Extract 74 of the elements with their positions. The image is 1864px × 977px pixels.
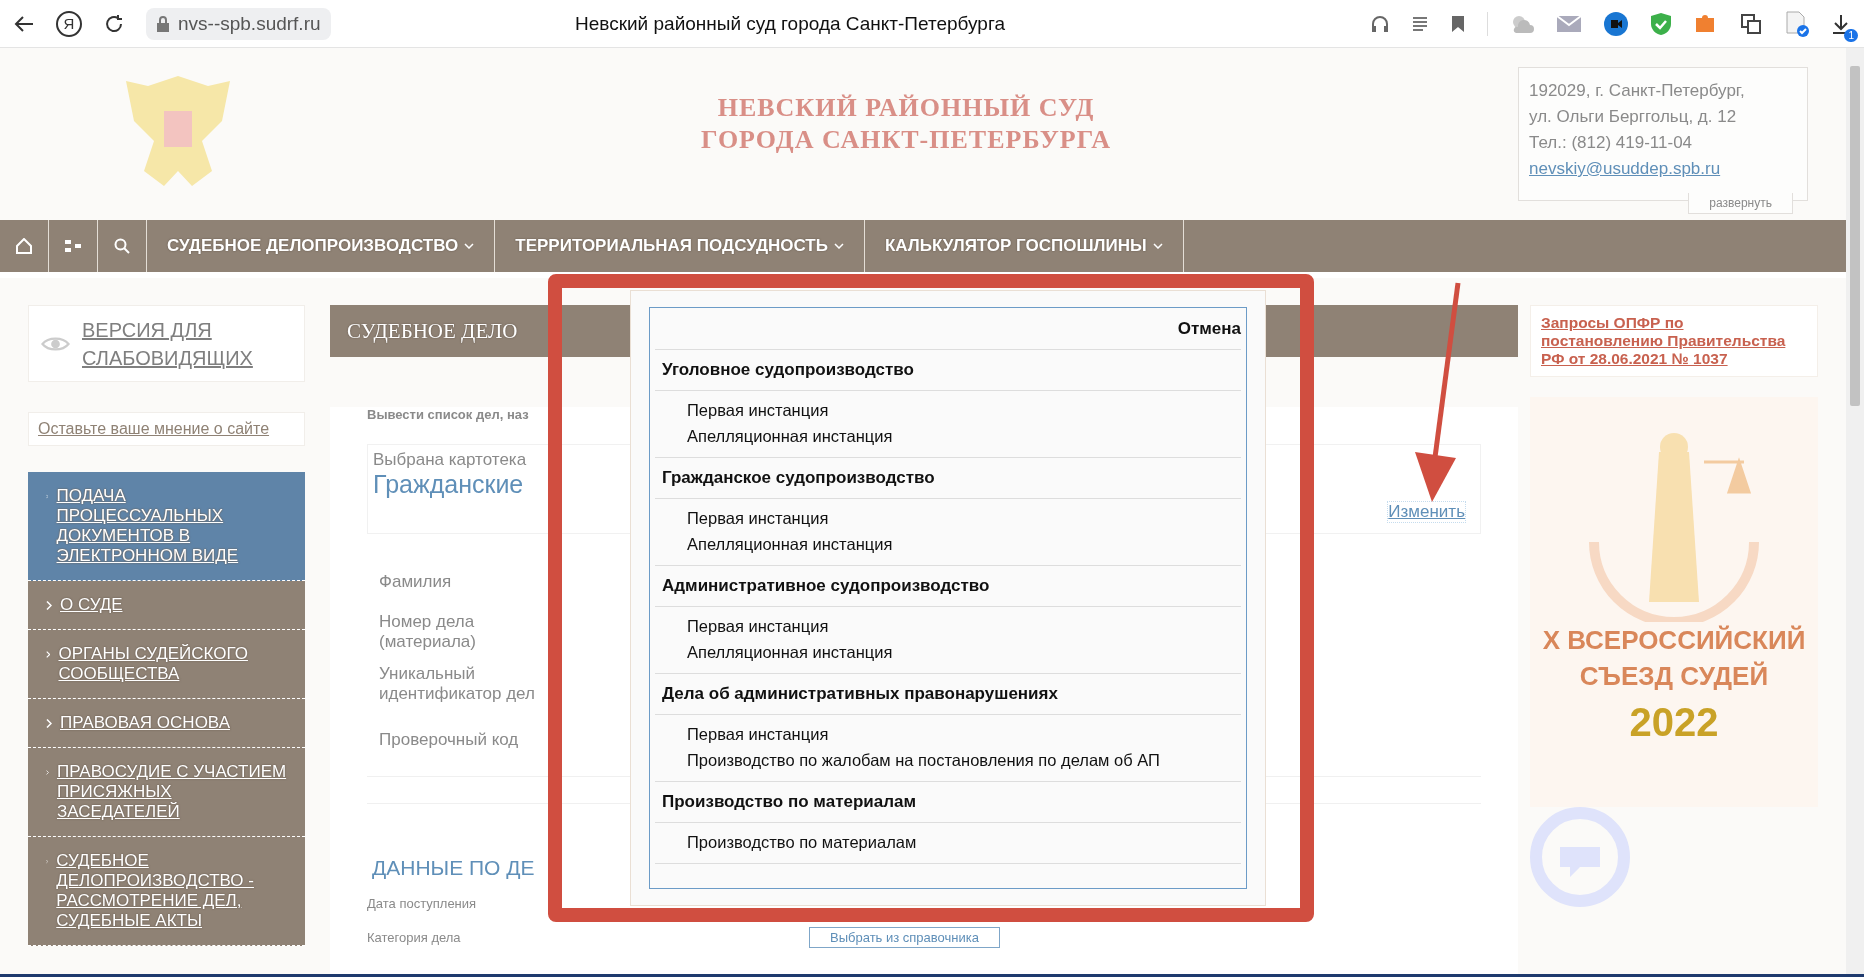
contact-line: Тел.: (812) 419-11-04 [1529,132,1694,154]
congress-banner[interactable]: X ВСЕРОССИЙСКИЙ СЪЕЗД СУДЕЙ 2022 [1530,397,1818,807]
field-label: Уникальный идентификатор дел [379,664,536,704]
sidebar-menu-item[interactable]: ПОДАЧА ПРОЦЕССУАЛЬНЫХ ДОКУМЕНТОВ В ЭЛЕКТРОННОМ ВИДЕ [28,472,305,581]
home-icon[interactable] [16,238,32,254]
caret-icon [1152,243,1163,249]
chevron-icon [46,650,51,659]
notice-link[interactable]: Запросы ОПФР по постановлению Правительства РФ от 28.06.2021 № 1037 [1530,305,1818,377]
sitemap-icon[interactable] [64,239,82,253]
contact-line: ул. Ольги Берггольц, д. 12 [1529,106,1738,128]
filter-label: Дата поступления [367,896,478,911]
selected-label: Выбрана картотека [373,450,527,470]
email-link[interactable]: nevskiy@usuddep.spb.ru [1529,159,1721,178]
court-title: ГОРОДА САНКТ-ПЕТЕРБУРГА [701,124,1112,156]
filter-label: Категория дела [367,930,462,945]
sidebar-menu-item[interactable]: СУДЕБНОЕ ДЕЛОПРОИЗВОДСТВО - РАССМОТРЕНИЕ ДЕЛ, СУДЕБНЫЕ АКТЫ [28,837,305,946]
category-option[interactable]: Производство по жалобам на постановления по делам об АП [655,747,1241,773]
address-bar[interactable]: nvs--spb.sudrf.ru [146,7,331,40]
scrollbar-thumb[interactable] [1850,66,1860,406]
nav-menu-item[interactable]: ТЕРРИТОРИАЛЬНАЯ ПОДСУДНОСТЬ [495,220,865,272]
banner-text: 2022 [1629,700,1719,745]
search-icon[interactable] [114,238,130,254]
field-label: Фамилия [379,572,453,592]
nav-menu-item[interactable]: СУДЕБНОЕ ДЕЛОПРОИЗВОДСТВО [147,220,496,272]
case-data-heading: ДАННЫЕ ПО ДЕ [371,856,536,880]
sidebar-menu-item[interactable]: ПРАВОСУДИЕ С УЧАСТИЕМ ПРИСЯЖНЫХ ЗАСЕДАТЕЛЕЙ [28,748,305,837]
field-label: Номер дела (материала) [379,612,477,652]
court-title: НЕВСКИЙ РАЙОННЫЙ СУД [716,92,1096,124]
sidebar-menu-item[interactable]: ПРАВОВАЯ ОСНОВА [28,699,305,748]
feedback-link[interactable]: Оставьте ваше мнение о сайте [28,412,305,446]
category-option[interactable]: Первая инстанция [655,505,1241,531]
change-link[interactable]: Изменить [1387,501,1466,523]
selected-value: Гражданские [373,470,524,499]
pick-from-list-button[interactable]: Выбрать из справочника [809,927,1000,948]
download-count-badge: 1 [1844,28,1858,42]
chevron-icon [46,601,52,610]
category-option[interactable]: Первая инстанция [655,397,1241,423]
category-option[interactable]: Апелляционная инстанция [655,531,1241,557]
page-title: Невский районный суд города Санкт-Петербурга [574,12,1006,35]
group-title: Гражданское судопроизводство [655,458,1241,499]
sidebar-menu-item[interactable]: ОРГАНЫ СУДЕЙСКОГО СООБЩЕСТВА [28,630,305,699]
category-option[interactable]: Апелляционная инстанция [655,423,1241,449]
field-label: Проверочный код [379,730,520,750]
cancel-button[interactable]: Отмена [1177,308,1241,349]
bookmark-icon[interactable] [1451,14,1465,33]
banner-text: СЪЕЗД СУДЕЙ [1579,660,1769,693]
back-arrow-icon[interactable] [14,14,34,33]
nav-menu-item[interactable]: КАЛЬКУЛЯТОР ГОСПОШЛИНЫ [864,220,1184,272]
chevron-icon [46,719,52,728]
group-title: Дела об административных правонарушениях [655,674,1241,715]
group-title: Административное судопроизводство [655,566,1241,607]
list-hint: Вывести список дел, наз [367,407,529,422]
document-check-icon[interactable] [1784,10,1810,37]
category-option[interactable]: Производство по материалам [655,829,1241,855]
video-call-icon[interactable] [1604,11,1628,36]
expand-tab[interactable]: развернуть [1688,193,1793,214]
sidebar-menu-item[interactable]: О СУДЕ [28,581,305,630]
reader-icon[interactable] [1411,14,1429,33]
download-icon[interactable] [1832,13,1850,34]
category-option[interactable]: Первая инстанция [655,613,1241,639]
caret-icon [464,243,475,249]
mail-icon[interactable] [1556,13,1582,34]
headphones-icon[interactable] [1371,14,1389,33]
shield-icon[interactable] [1650,11,1672,36]
browser-logo[interactable]: Я [56,10,82,37]
reload-icon[interactable] [104,13,124,34]
banner-text: X ВСЕРОССИЙСКИЙ [1542,624,1806,657]
chevron-icon [46,768,49,777]
category-option[interactable]: Апелляционная инстанция [655,639,1241,665]
caret-icon [833,243,844,249]
category-option[interactable]: Первая инстанция [655,721,1241,747]
contact-line: 192029, г. Санкт-Петербург, [1529,80,1746,102]
group-title: Уголовное судопроизводство [655,350,1241,391]
group-title: Производство по материалам [655,782,1241,823]
